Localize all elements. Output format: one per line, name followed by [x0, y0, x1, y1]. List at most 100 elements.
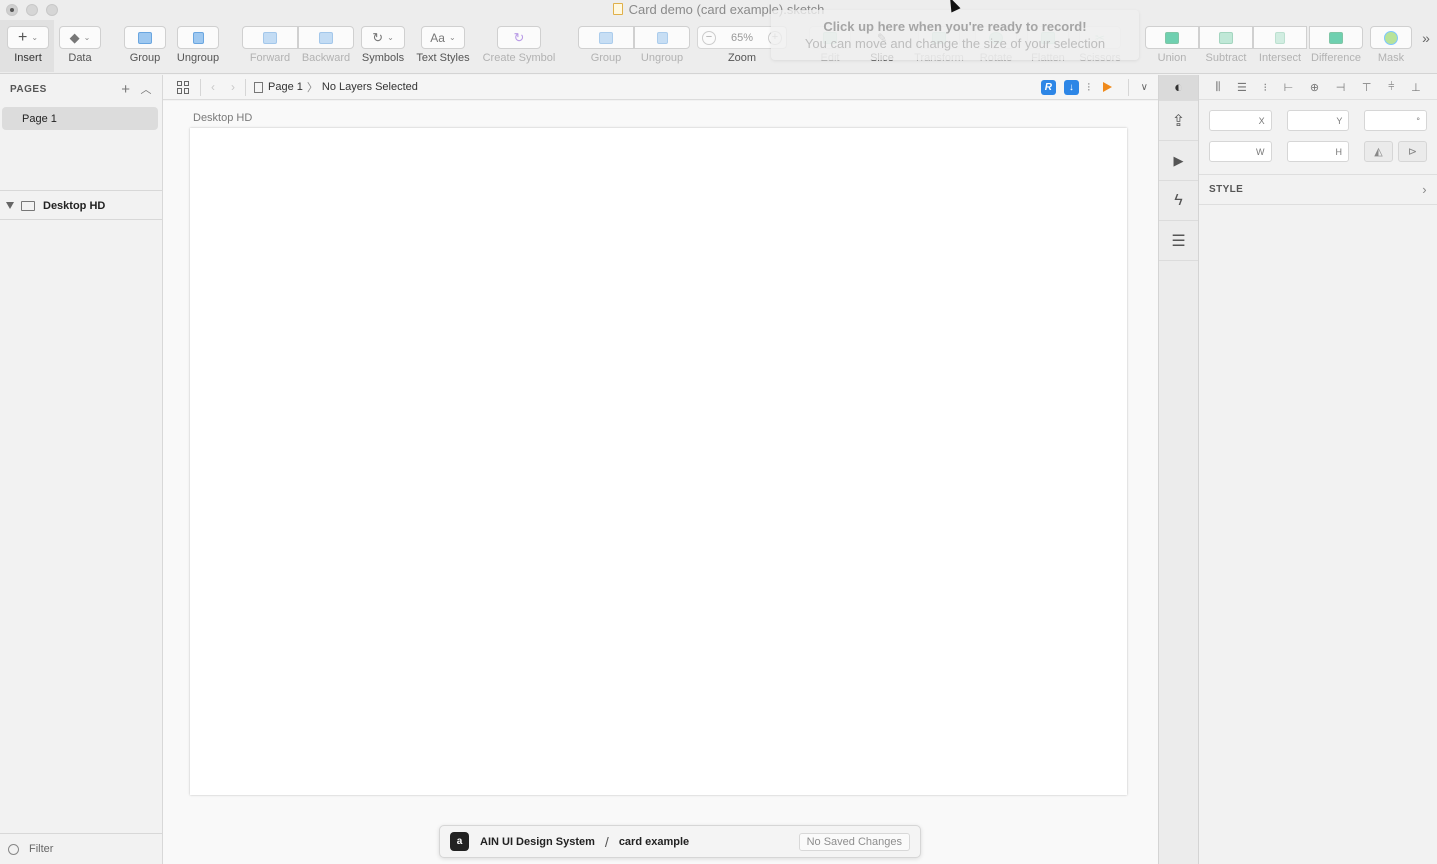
union-button[interactable]: Union	[1145, 26, 1199, 64]
data-button[interactable]: ◆ ⌄ Data	[58, 26, 102, 64]
chevron-down-icon: ⌄	[31, 33, 39, 42]
export-button[interactable]: ⇪	[1159, 101, 1198, 141]
add-page-icon[interactable]: +	[121, 81, 130, 98]
align-middle-icon[interactable]: ⫩	[1388, 81, 1394, 94]
actions-button[interactable]: ϟ	[1159, 181, 1198, 221]
width-field[interactable]: W	[1209, 141, 1272, 162]
group-icon	[599, 31, 613, 44]
canvas[interactable]: Desktop HD a AIN UI Design System / card…	[163, 101, 1158, 864]
intersect-button[interactable]: Intersect	[1253, 26, 1307, 64]
cloud-logo-icon: a	[450, 832, 469, 851]
x-field[interactable]: X	[1209, 110, 1272, 131]
chevron-down-icon: ⌄	[448, 33, 456, 42]
insert-label: Insert	[14, 52, 42, 64]
rotation-field[interactable]: °	[1364, 110, 1428, 131]
subtract-label: Subtract	[1205, 52, 1247, 64]
align-center-icon[interactable]: ⊕	[1310, 81, 1319, 94]
backward-button[interactable]: Backward	[298, 26, 354, 64]
mask-icon	[1384, 30, 1398, 45]
inspector-tool-strip: ◐ ⇪ ▶ ϟ ☰	[1158, 75, 1199, 864]
distribute-vertical-icon[interactable]: ☰	[1237, 81, 1247, 94]
page-icon	[254, 81, 263, 93]
flip-horizontal-button[interactable]: ◭	[1364, 141, 1393, 162]
difference-label: Difference	[1311, 52, 1361, 64]
monitor-icon	[21, 200, 35, 211]
layer-filter[interactable]: Filter	[0, 833, 162, 864]
insert-button[interactable]: + ⌄ Insert	[6, 26, 50, 64]
saved-status-badge[interactable]: No Saved Changes	[798, 832, 910, 851]
toolbar: Card demo (card example).sketch + ⌄ Inser…	[0, 0, 1437, 74]
w-label: W	[1256, 146, 1265, 157]
difference-button[interactable]: Difference	[1307, 26, 1365, 64]
breadcrumb-page[interactable]: Page 1	[268, 81, 303, 93]
align-left-icon[interactable]: ⊢	[1284, 81, 1294, 94]
list-icon: ☰	[1171, 232, 1186, 250]
layers-icon: ◆	[69, 29, 80, 45]
artboard-label[interactable]: Desktop HD	[193, 112, 252, 124]
create-symbol-button[interactable]: ↻ Create Symbol	[480, 26, 558, 64]
create-symbol-label: Create Symbol	[482, 52, 556, 64]
page-item[interactable]: Page 1	[2, 107, 158, 130]
divider	[200, 78, 201, 96]
group-button[interactable]: Group	[123, 26, 167, 64]
ungroup-button[interactable]: Ungroup	[176, 26, 220, 64]
library-name[interactable]: AIN UI Design System	[480, 836, 595, 848]
more-toolbar-button[interactable]: »	[1418, 26, 1434, 46]
breadcrumb: ‹ › Page 1 〉 No Layers Selected R ↓ ⁝ ∨	[163, 75, 1158, 100]
height-field[interactable]: H	[1286, 141, 1349, 162]
collapse-icon[interactable]: ︿	[141, 81, 153, 97]
align-bottom-icon[interactable]: ⊥	[1411, 81, 1421, 94]
layer-row-artboard[interactable]: Desktop HD	[0, 194, 162, 217]
forward-nav-icon[interactable]: ›	[231, 80, 235, 94]
cloud-separator: /	[604, 833, 609, 850]
pages-title: PAGES	[10, 83, 47, 95]
style-section[interactable]: STYLE ›	[1199, 174, 1437, 205]
forward-label: Forward	[249, 52, 291, 64]
align-right-icon[interactable]: ⊣	[1336, 81, 1346, 94]
plugin-icon[interactable]: R	[1040, 79, 1056, 95]
more-dots-icon[interactable]: ⁝	[1087, 80, 1091, 94]
align-top-icon[interactable]: ⊤	[1362, 81, 1372, 94]
symbols-button[interactable]: ↻ ⌄ Symbols	[361, 26, 405, 64]
breadcrumb-actions: R ↓ ⁝ ∨	[1040, 78, 1158, 96]
prototype-button[interactable]: ▶	[1159, 141, 1198, 181]
disclosure-triangle-icon[interactable]	[6, 202, 14, 209]
chevron-right-icon: ›	[1422, 182, 1427, 197]
chevron-down-icon: ⌄	[83, 33, 91, 42]
document-name[interactable]: card example	[619, 836, 689, 848]
position-row: X Y °	[1199, 110, 1437, 131]
ungroup-icon	[656, 31, 668, 44]
inspector-tab[interactable]: ◐	[1159, 75, 1198, 101]
subtract-button[interactable]: Subtract	[1199, 26, 1253, 64]
forward-icon	[263, 31, 277, 44]
zoom-out-icon[interactable]: −	[702, 30, 716, 45]
filter-icon	[8, 843, 19, 855]
download-icon[interactable]: ↓	[1063, 79, 1079, 95]
mask-button[interactable]: Mask	[1370, 26, 1412, 64]
group-label: Group	[129, 52, 161, 64]
artboard[interactable]	[190, 128, 1127, 795]
notes-button[interactable]: ☰	[1159, 221, 1198, 261]
style-header: STYLE	[1209, 184, 1244, 195]
back-icon[interactable]: ‹	[211, 80, 215, 94]
ungroup-label: Ungroup	[176, 52, 220, 64]
text-styles-button[interactable]: Aa ⌄ Text Styles	[414, 26, 472, 64]
y-field[interactable]: Y	[1286, 110, 1350, 131]
group2-button[interactable]: Group	[578, 26, 634, 64]
zoom-value[interactable]: 65%	[731, 32, 753, 44]
more-dots-icon[interactable]: ⁝	[1264, 81, 1268, 94]
intersect-label: Intersect	[1258, 52, 1302, 64]
chevron-down-icon: ⌄	[387, 33, 394, 42]
ungroup2-button[interactable]: Ungroup	[634, 26, 690, 64]
record-tip[interactable]: Click up here when you're ready to recor…	[771, 10, 1139, 60]
grid-icon[interactable]	[177, 80, 190, 94]
backward-icon	[319, 31, 333, 44]
distribute-horizontal-icon[interactable]: ⫼	[1215, 81, 1220, 94]
forward-button[interactable]: Forward	[242, 26, 298, 64]
chevron-down-icon[interactable]: ∨	[1141, 82, 1148, 93]
flip-vertical-button[interactable]: ⊳	[1398, 141, 1427, 162]
text-styles-label: Text Styles	[416, 52, 470, 64]
play-icon[interactable]	[1102, 82, 1112, 92]
union-label: Union	[1157, 52, 1187, 64]
brush-icon: ◐	[1173, 79, 1184, 96]
